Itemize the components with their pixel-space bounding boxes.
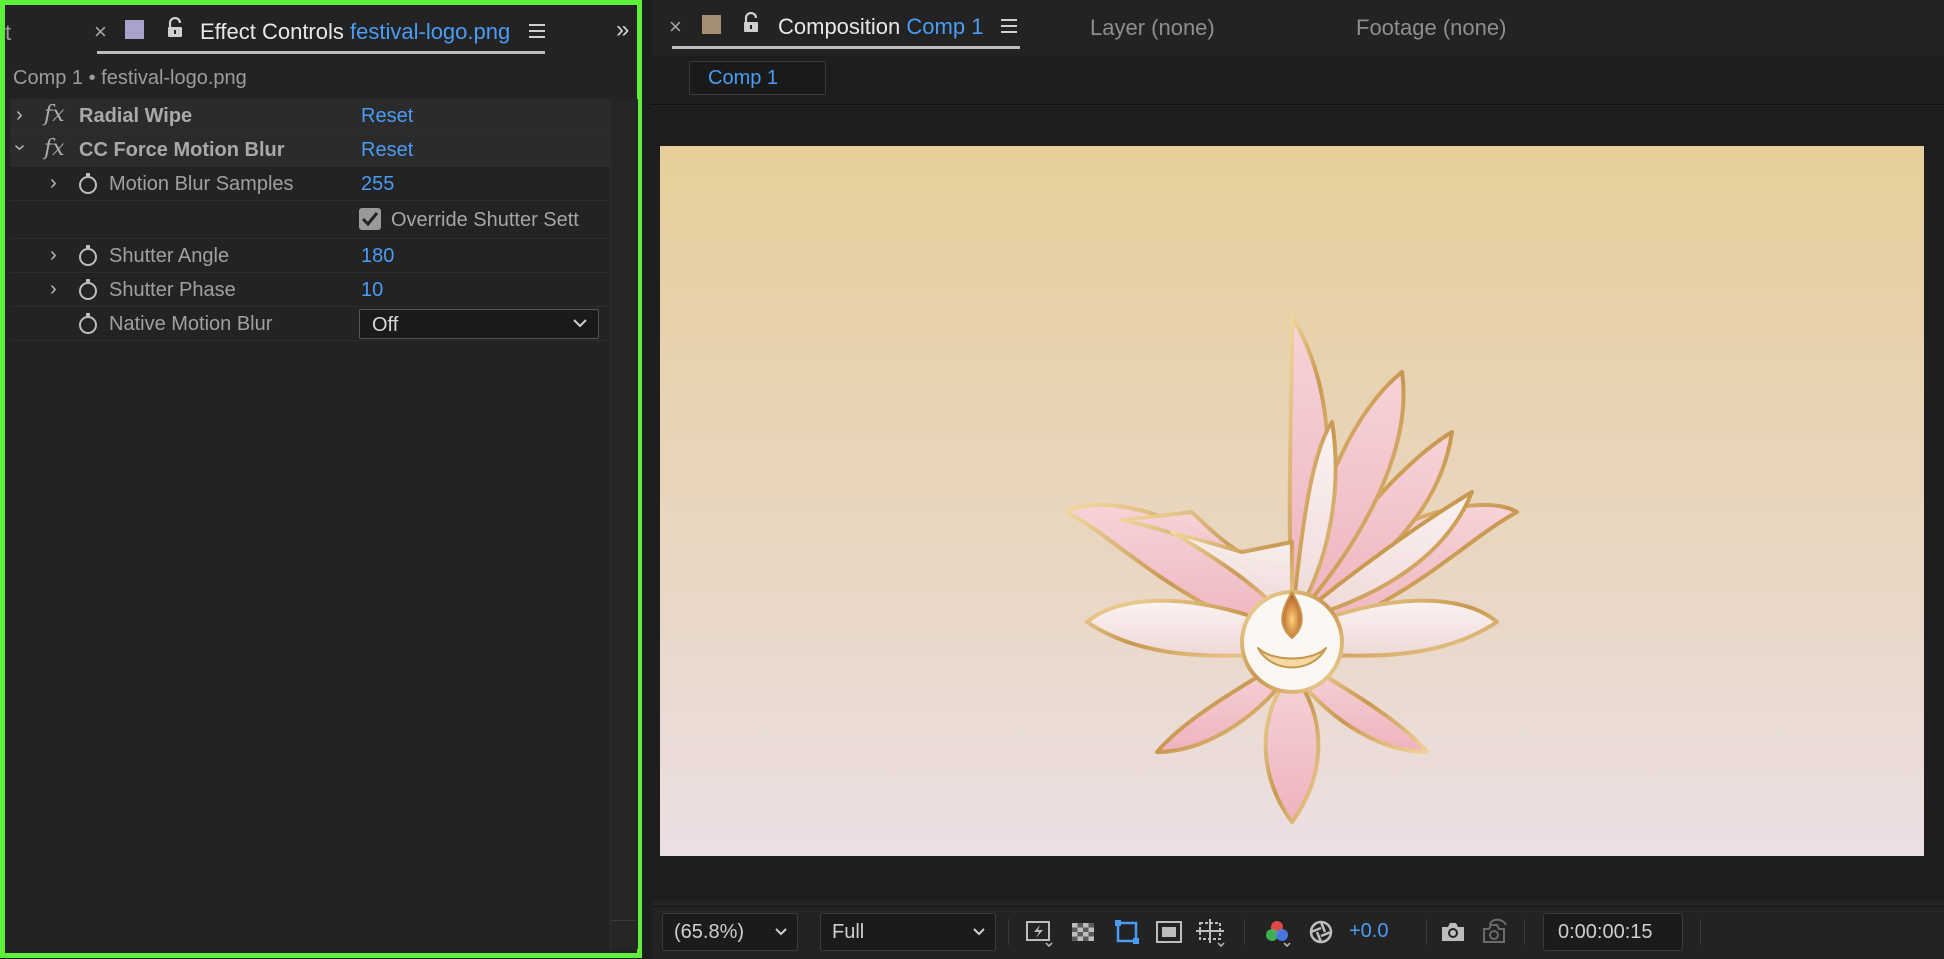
scrollbar-end [610, 920, 637, 951]
color-channels-icon[interactable] [1262, 917, 1292, 947]
transparency-grid-icon[interactable] [1068, 917, 1098, 947]
toolbar-separator [1700, 919, 1701, 945]
lock-icon[interactable] [741, 12, 761, 34]
twirl-chevron-icon[interactable]: › [16, 104, 23, 127]
footage-tab[interactable]: Footage (none) [1356, 15, 1506, 41]
magnification-value: (65.8%) [674, 921, 745, 943]
fast-previews-icon[interactable] [1024, 917, 1054, 947]
checkmark-icon [362, 212, 378, 226]
composition-tab[interactable]: Composition Comp 1 [778, 14, 983, 40]
override-shutter-checkbox[interactable] [359, 208, 381, 230]
hamburger-menu-icon[interactable] [1001, 19, 1017, 33]
composition-panel: × Composition Comp 1 Layer (none) Footag… [652, 0, 1944, 959]
reset-exposure-icon[interactable] [1306, 917, 1336, 947]
layer-tab[interactable]: Layer (none) [1090, 15, 1215, 41]
toolbar-separator [1244, 919, 1245, 945]
stopwatch-icon[interactable] [78, 173, 98, 195]
mask-visibility-icon[interactable] [1154, 917, 1184, 947]
label-color-swatch [125, 20, 144, 39]
twirl-chevron-icon[interactable]: › [50, 244, 57, 267]
chevron-down-icon [573, 319, 587, 328]
truncated-project-tab[interactable]: t [5, 20, 11, 46]
stopwatch-icon[interactable] [78, 279, 98, 301]
effect-controls-tabbar: t × Effect Controls festival-logo.png » [5, 5, 637, 57]
property-name: Motion Blur Samples [109, 173, 294, 195]
close-icon[interactable]: × [94, 19, 107, 45]
effect-name[interactable]: Radial Wipe [79, 105, 192, 128]
tab-title-label: Effect Controls [200, 19, 344, 44]
composition-tabbar: × Composition Comp 1 Layer (none) Footag… [652, 0, 1944, 52]
tab-comp-name: Comp 1 [906, 14, 984, 39]
chevron-down-icon [775, 928, 787, 936]
property-row-shutter-phase[interactable]: › Shutter Phase 10 [10, 273, 610, 307]
toolbar-separator [1426, 919, 1427, 945]
property-name: Shutter Angle [109, 245, 230, 267]
property-row-native-motion-blur[interactable]: Native Motion Blur Off [10, 307, 610, 341]
property-row-shutter-angle[interactable]: › Shutter Angle 180 [10, 239, 610, 273]
exposure-value[interactable]: +0.0 [1349, 920, 1388, 943]
fx-icon[interactable]: fx [44, 102, 65, 127]
checkbox-label: Override Shutter Sett [391, 209, 579, 231]
tab-title-label: Composition [778, 14, 901, 39]
effect-row-cc-force-motion-blur[interactable]: › fx CC Force Motion Blur Reset [8, 133, 610, 167]
resolution-value: Full [832, 921, 865, 943]
fx-icon[interactable]: fx [44, 136, 65, 161]
magnification-dropdown[interactable]: (65.8%) [662, 913, 798, 951]
viewer-footer-toolbar: (65.8%) Full +0.0 0:00:00:15 [652, 906, 1944, 959]
reset-link[interactable]: Reset [361, 139, 413, 162]
toolbar-separator [1524, 919, 1525, 945]
twirl-chevron-icon[interactable]: › [50, 172, 57, 195]
twirl-chevron-icon[interactable]: › [50, 278, 57, 301]
festival-logo-render [660, 146, 1924, 856]
effect-controls-tab[interactable]: Effect Controls festival-logo.png [200, 19, 510, 45]
panel-overflow-icon[interactable]: » [616, 16, 630, 44]
property-row-override-shutter[interactable]: Override Shutter Sett [10, 201, 610, 239]
native-motion-blur-dropdown[interactable]: Off [359, 309, 599, 339]
layer-path-label: Comp 1 • festival-logo.png [13, 67, 247, 89]
twirl-chevron-icon[interactable]: › [8, 144, 31, 151]
resolution-dropdown[interactable]: Full [820, 913, 996, 951]
lock-icon[interactable] [165, 17, 185, 39]
region-of-interest-icon[interactable] [1112, 917, 1142, 947]
composition-navigator-bar: Comp 1 [652, 56, 1944, 105]
property-name: Native Motion Blur [109, 313, 273, 335]
label-color-swatch [702, 15, 721, 34]
comp-navigator-chip[interactable]: Comp 1 [689, 61, 826, 95]
property-name: Shutter Phase [109, 279, 236, 301]
chevron-down-icon [973, 928, 985, 936]
stopwatch-icon[interactable] [78, 245, 98, 267]
effect-name[interactable]: CC Force Motion Blur [79, 139, 285, 162]
property-row-motion-blur-samples[interactable]: › Motion Blur Samples 255 [10, 167, 610, 201]
effect-controls-panel: t × Effect Controls festival-logo.png » … [0, 0, 642, 958]
close-icon[interactable]: × [669, 14, 682, 40]
vertical-scrollbar[interactable] [610, 99, 638, 949]
snapshot-icon[interactable] [1438, 917, 1468, 947]
dropdown-value: Off [372, 314, 399, 336]
property-value[interactable]: 180 [361, 245, 394, 268]
property-value[interactable]: 255 [361, 173, 394, 196]
show-snapshot-icon[interactable] [1480, 917, 1510, 947]
toolbar-separator [1008, 919, 1009, 945]
active-tab-underline [672, 46, 1020, 49]
active-tab-underline [97, 51, 545, 54]
guides-grid-icon[interactable] [1196, 917, 1226, 947]
timecode-value: 0:00:00:15 [1558, 921, 1653, 943]
stopwatch-icon[interactable] [78, 313, 98, 335]
hamburger-menu-icon[interactable] [529, 24, 545, 38]
current-time-display[interactable]: 0:00:00:15 [1543, 913, 1683, 951]
tab-layer-name: festival-logo.png [350, 19, 511, 44]
effect-row-radial-wipe[interactable]: › fx Radial Wipe Reset [10, 99, 610, 133]
composition-viewer[interactable] [652, 106, 1944, 900]
property-value[interactable]: 10 [361, 279, 383, 302]
reset-link[interactable]: Reset [361, 105, 413, 128]
comp-navigator-label: Comp 1 [708, 67, 779, 89]
composition-frame[interactable] [660, 146, 1924, 856]
